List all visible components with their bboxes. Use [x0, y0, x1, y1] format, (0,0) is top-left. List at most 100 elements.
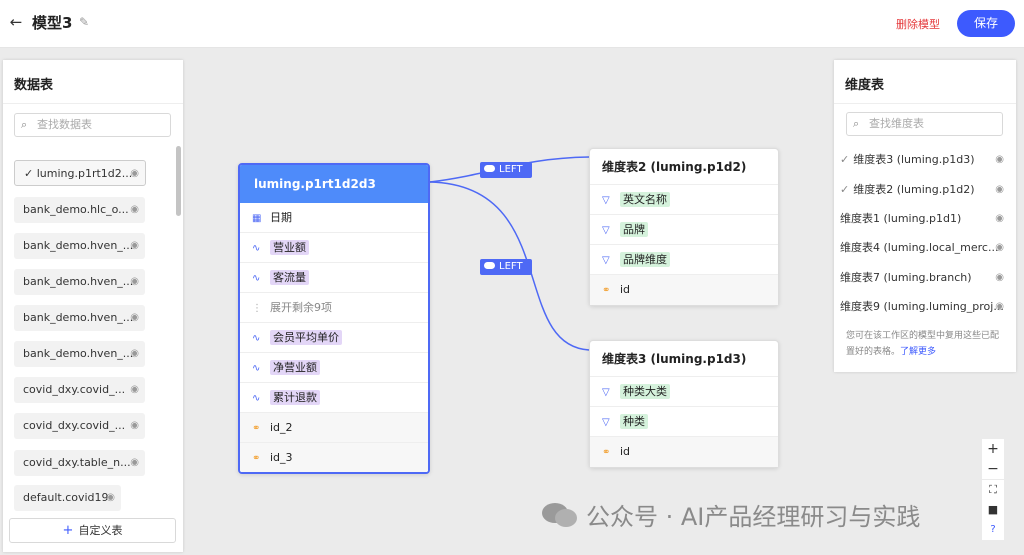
search-placeholder: 查找维度表	[869, 117, 924, 130]
eye-icon[interactable]: ◉	[130, 413, 139, 439]
table-item[interactable]: bank_demo.hlc_o... ◉	[14, 197, 145, 223]
table-item[interactable]: covid_dxy.covid_... ◉	[14, 413, 145, 439]
filter-icon: ▽	[602, 387, 610, 398]
toggle-icon	[484, 165, 495, 172]
dimension-card-3[interactable]: 维度表3 (luming.p1d3) ▽ 种类大类 ▽ 种类 ⚭ id	[589, 340, 779, 468]
eye-icon[interactable]: ◉	[130, 161, 139, 185]
help-icon[interactable]: ?	[982, 520, 1004, 540]
lock-icon[interactable]: ■	[982, 500, 1004, 520]
check-icon: ✓	[840, 153, 850, 166]
check-icon: ✓	[840, 183, 850, 196]
panel-title: 数据表	[14, 78, 54, 93]
eye-icon[interactable]: ◉	[130, 377, 139, 403]
dimension-item[interactable]: 维度表9 (luming.luming_proj... ◉	[840, 293, 1010, 321]
toggle-icon	[484, 262, 495, 269]
eye-icon[interactable]: ◉	[106, 485, 115, 511]
metric-icon: ∿	[252, 393, 261, 404]
link-icon: ⚭	[602, 447, 611, 458]
field-row[interactable]: ▽ 品牌维度	[590, 245, 778, 275]
search-icon: ⌕	[21, 118, 28, 131]
scrollbar[interactable]	[176, 146, 181, 216]
card-title: 维度表2 (luming.p1d2)	[590, 149, 778, 185]
eye-icon[interactable]: ◉	[995, 293, 1004, 321]
field-row[interactable]: ▽ 种类大类	[590, 377, 778, 407]
dimension-item[interactable]: 维度表4 (luming.local_merc... ◉	[840, 234, 1010, 262]
search-icon: ⌕	[853, 117, 860, 130]
join-type-badge[interactable]: LEFT	[480, 259, 532, 275]
table-item[interactable]: bank_demo.hven_... ◉	[14, 233, 145, 259]
search-placeholder: 查找数据表	[37, 118, 92, 131]
field-row[interactable]: ∿ 净营业额	[240, 353, 428, 383]
metric-icon: ∿	[252, 363, 261, 374]
field-row[interactable]: ▽ 种类	[590, 407, 778, 437]
eye-icon[interactable]: ◉	[995, 176, 1004, 204]
eye-icon[interactable]: ◉	[130, 450, 139, 476]
calendar-icon: ▦	[252, 213, 262, 224]
eye-icon[interactable]: ◉	[130, 269, 139, 295]
table-item[interactable]: covid_dxy.covid_... ◉	[14, 377, 145, 403]
filter-icon: ▽	[602, 417, 610, 428]
metric-icon: ∿	[252, 333, 261, 344]
plus-icon: +	[62, 523, 74, 538]
watermark: 公众号 · AI产品经理研习与实践	[586, 503, 921, 531]
field-row[interactable]: ▦ 日期	[240, 203, 428, 233]
key-row[interactable]: ⚭ id	[590, 437, 778, 467]
dimension-card-2[interactable]: 维度表2 (luming.p1d2) ▽ 英文名称 ▽ 品牌 ▽ 品牌维度 ⚭ id	[589, 148, 779, 306]
dimension-search-input[interactable]: ⌕ 查找维度表	[846, 112, 1003, 136]
eye-icon[interactable]: ◉	[995, 205, 1004, 233]
field-row[interactable]: ∿ 累计退款	[240, 383, 428, 413]
data-table-panel: 数据表 ⌕ 查找数据表 ✓ luming.p1rt1d2... ◉ bank_de…	[3, 60, 183, 552]
dimension-item[interactable]: ✓ 维度表2 (luming.p1d2) ◉	[840, 176, 1010, 204]
table-item[interactable]: bank_demo.hven_... ◉	[14, 341, 145, 367]
key-row[interactable]: ⚭ id_2	[240, 413, 428, 443]
table-search-input[interactable]: ⌕ 查找数据表	[14, 113, 171, 137]
eye-icon[interactable]: ◉	[995, 264, 1004, 292]
link-icon: ⚭	[252, 423, 261, 434]
field-row[interactable]: ∿ 会员平均单价	[240, 323, 428, 353]
field-row[interactable]: ∿ 客流量	[240, 263, 428, 293]
table-item[interactable]: bank_demo.hven_... ◉	[14, 269, 145, 295]
zoom-in-button[interactable]: +	[982, 439, 1004, 459]
wechat-logo-icon	[542, 503, 577, 527]
link-icon: ⚭	[252, 453, 261, 464]
dimension-table-panel: 维度表 ⌕ 查找维度表 ✓ 维度表3 (luming.p1d3) ◉ ✓ 维度表2 (…	[834, 60, 1016, 372]
eye-icon[interactable]: ◉	[130, 233, 139, 259]
dimension-item[interactable]: ✓ 维度表3 (luming.p1d3) ◉	[840, 146, 1010, 174]
zoom-out-button[interactable]: −	[982, 459, 1004, 479]
custom-table-button[interactable]: + 自定义表	[9, 518, 176, 543]
table-item[interactable]: bank_demo.hven_... ◉	[14, 305, 145, 331]
learn-more-link[interactable]: 了解更多	[900, 347, 936, 357]
filter-icon: ▽	[602, 195, 610, 206]
eye-icon[interactable]: ◉	[130, 305, 139, 331]
key-row[interactable]: ⚭ id	[590, 275, 778, 305]
divider	[3, 103, 183, 104]
fit-view-icon[interactable]: ⛶	[982, 480, 1004, 500]
eye-icon[interactable]: ◉	[995, 234, 1004, 262]
metric-icon: ∿	[252, 273, 261, 284]
filter-icon: ▽	[602, 225, 610, 236]
card-title: luming.p1rt1d2d3	[240, 165, 428, 203]
filter-icon: ▽	[602, 255, 610, 266]
field-row[interactable]: ∿ 营业额	[240, 233, 428, 263]
link-icon: ⚭	[602, 285, 611, 296]
key-row[interactable]: ⚭ id_3	[240, 443, 428, 472]
eye-icon[interactable]: ◉	[130, 197, 139, 223]
reuse-note: 您可在该工作区的模型中复用这些已配置好的表格。了解更多	[846, 331, 1000, 357]
join-type-badge[interactable]: LEFT	[480, 162, 532, 178]
eye-icon[interactable]: ◉	[995, 146, 1004, 174]
divider	[834, 103, 1016, 104]
dimension-item[interactable]: 维度表1 (luming.p1d1) ◉	[840, 205, 1010, 233]
field-row[interactable]: ▽ 英文名称	[590, 185, 778, 215]
field-row[interactable]: ▽ 品牌	[590, 215, 778, 245]
table-item[interactable]: default.covid19 ◉	[14, 485, 121, 511]
card-title: 维度表3 (luming.p1d3)	[590, 341, 778, 377]
more-icon: ⋮	[252, 303, 262, 314]
table-item[interactable]: covid_dxy.table_n... ◉	[14, 450, 145, 476]
panel-title: 维度表	[845, 78, 885, 93]
fact-table-card[interactable]: luming.p1rt1d2d3 ▦ 日期 ∿ 营业额 ∿ 客流量 ⋮ 展开剩余9项 ∿…	[238, 163, 430, 474]
dimension-item[interactable]: 维度表7 (luming.branch) ◉	[840, 264, 1010, 292]
eye-icon[interactable]: ◉	[130, 341, 139, 367]
table-item[interactable]: ✓ luming.p1rt1d2... ◉	[14, 160, 146, 186]
expand-row[interactable]: ⋮ 展开剩余9项	[240, 293, 428, 323]
metric-icon: ∿	[252, 243, 261, 254]
